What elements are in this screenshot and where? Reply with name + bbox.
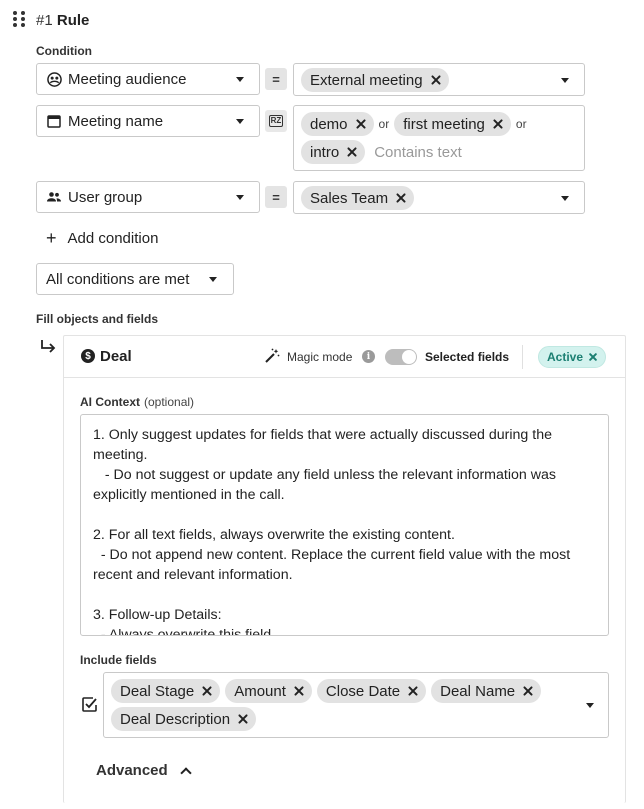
value-chip: first meeting [394, 112, 511, 136]
advanced-toggle[interactable]: Advanced [96, 762, 192, 779]
magic-mode-toggle[interactable] [385, 349, 417, 365]
condition-label: Condition [36, 44, 92, 58]
close-icon[interactable] [347, 147, 357, 157]
checklist-icon[interactable] [81, 696, 98, 713]
chevron-down-icon [561, 196, 569, 201]
close-icon[interactable] [493, 119, 503, 129]
deal-title: Deal [100, 348, 132, 365]
condition-field-select-user-group[interactable]: User group [36, 181, 260, 213]
regex-operator-icon[interactable]: RZ [265, 110, 287, 132]
plus-icon: + [46, 228, 57, 248]
subdirectory-arrow-icon [41, 340, 56, 353]
dollar-icon: $ [81, 349, 95, 363]
ai-context-label: AI Context (optional) [80, 395, 195, 409]
info-icon[interactable]: i [362, 350, 375, 363]
condition-value-select-user-group[interactable]: Sales Team [293, 181, 585, 214]
chevron-down-icon [236, 195, 244, 200]
chevron-down-icon [209, 277, 217, 282]
value-chip: intro [301, 140, 366, 164]
field-chip: Deal Description [111, 707, 257, 731]
add-condition-button[interactable]: + Add condition [46, 229, 158, 247]
chevron-down-icon [236, 77, 244, 82]
field-chip: Amount [225, 679, 312, 703]
magic-wand-icon [265, 348, 280, 363]
close-icon[interactable] [589, 353, 597, 361]
status-badge: Active [538, 346, 607, 368]
selected-fields-label: Selected fields [425, 350, 510, 364]
chevron-down-icon [236, 119, 244, 124]
advanced-label: Advanced [96, 762, 168, 779]
include-fields-label: Include fields [80, 653, 157, 667]
audience-icon [46, 71, 62, 87]
include-fields-select[interactable]: Deal Stage Amount Close Date Deal Name D… [103, 672, 609, 738]
field-chip: Deal Name [431, 679, 542, 703]
close-icon[interactable] [431, 75, 441, 85]
value-chip: Sales Team [301, 186, 415, 210]
match-mode-label: All conditions are met [46, 270, 190, 288]
condition-field-label: Meeting audience [68, 70, 187, 88]
calendar-icon [46, 113, 62, 129]
value-chip: External meeting [301, 68, 449, 92]
operator-badge[interactable]: = [265, 68, 287, 90]
divider [522, 345, 523, 369]
or-separator: or [515, 117, 527, 131]
chevron-down-icon [561, 78, 569, 83]
condition-field-label: Meeting name [68, 112, 164, 130]
rule-title: #1 Rule [36, 12, 90, 29]
close-icon[interactable] [396, 193, 406, 203]
close-icon[interactable] [408, 686, 418, 696]
magic-mode-label: Magic mode [287, 350, 353, 364]
add-condition-label: Add condition [67, 229, 159, 247]
fill-objects-label: Fill objects and fields [36, 312, 159, 326]
condition-field-select-meeting-name[interactable]: Meeting name [36, 105, 260, 137]
operator-badge[interactable]: = [265, 186, 287, 208]
condition-field-label: User group [68, 188, 143, 206]
field-chip: Deal Stage [111, 679, 221, 703]
condition-value-select-audience[interactable]: External meeting [293, 63, 585, 96]
match-mode-select[interactable]: All conditions are met [36, 263, 234, 295]
chevron-down-icon [586, 703, 594, 708]
value-chip: demo [301, 112, 374, 136]
condition-field-select-audience[interactable]: Meeting audience [36, 63, 260, 95]
close-icon[interactable] [202, 686, 212, 696]
field-chip: Close Date [316, 679, 427, 703]
toggle-knob [402, 350, 416, 364]
chevron-up-icon [180, 767, 192, 779]
ai-context-textarea[interactable]: 1. Only suggest updates for fields that … [80, 414, 609, 636]
close-icon[interactable] [238, 714, 248, 724]
group-icon [46, 189, 62, 205]
or-separator: or [378, 117, 390, 131]
drag-handle-icon[interactable] [13, 11, 25, 29]
condition-value-select-meeting-name[interactable]: demo or first meeting or intro Contains … [293, 105, 585, 171]
close-icon[interactable] [523, 686, 533, 696]
contains-text-input[interactable]: Contains text [374, 144, 462, 161]
close-icon[interactable] [294, 686, 304, 696]
close-icon[interactable] [356, 119, 366, 129]
